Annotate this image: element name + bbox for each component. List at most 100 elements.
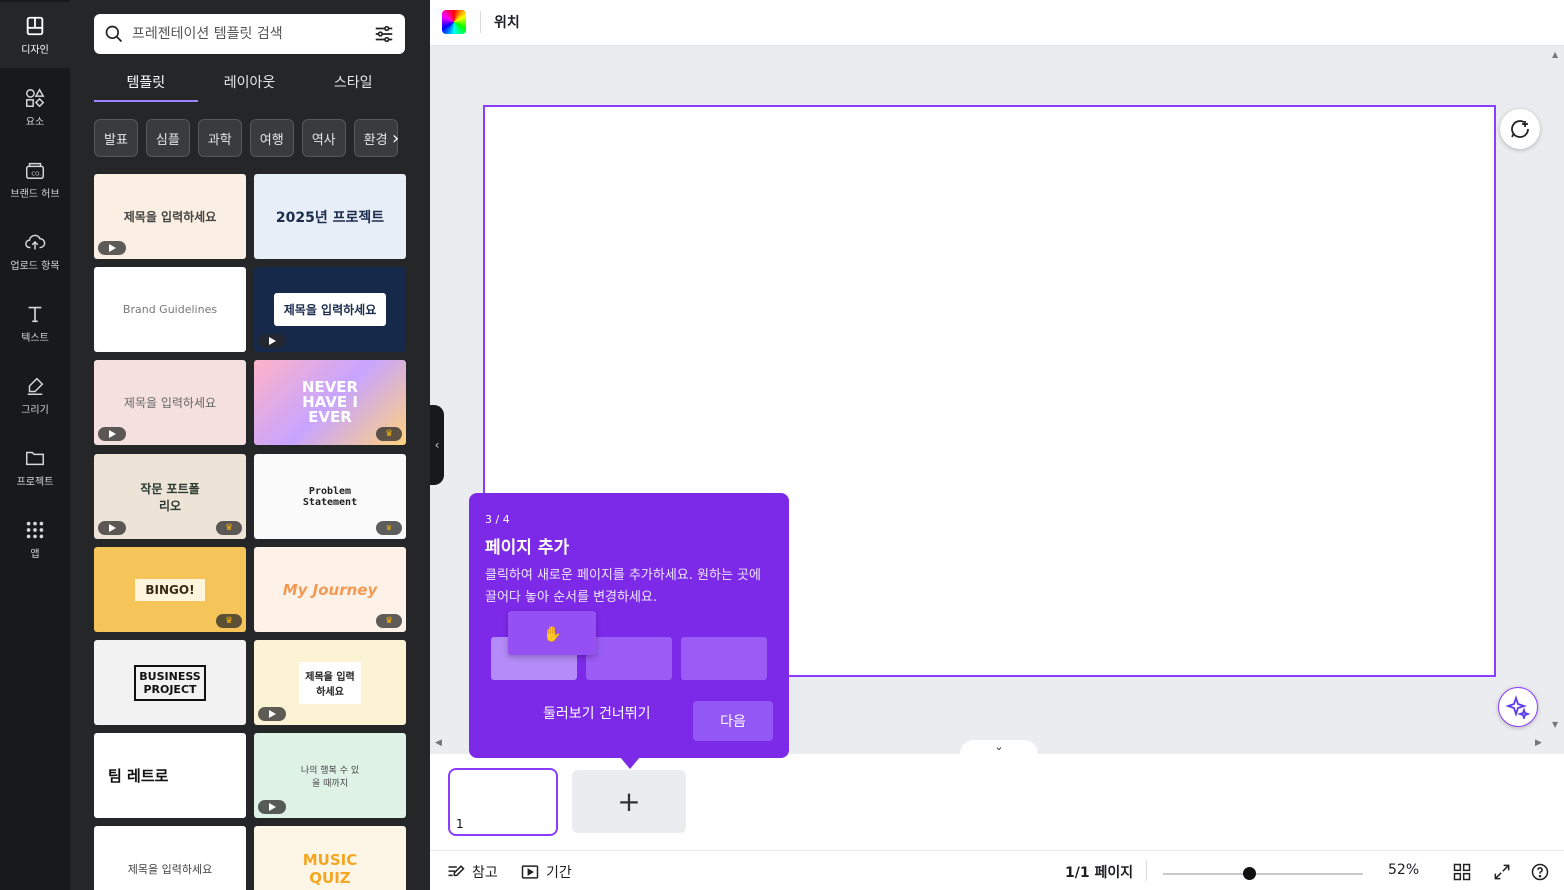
template-title: 2025년 프로젝트 — [275, 209, 385, 226]
chip-travel[interactable]: 여행 — [249, 119, 294, 157]
rail-label-projects: 프로젝트 — [16, 476, 54, 488]
template-thumbnail[interactable]: MUSIC QUIZ — [254, 826, 406, 890]
add-comment-button[interactable] — [1500, 109, 1540, 149]
template-thumbnail[interactable]: 제목을 입력하세요 — [94, 826, 246, 890]
shapes-icon — [26, 87, 45, 107]
rail-label-apps: 앱 — [30, 548, 40, 560]
play-icon — [98, 521, 126, 535]
skip-tour-button[interactable]: 둘러보기 건너뛰기 — [543, 703, 651, 723]
scroll-up-icon[interactable]: ▲ — [1552, 50, 1558, 59]
template-thumbnail[interactable]: 나의 행복 수 있을 때까지 — [254, 733, 406, 818]
illustration-dragged-page: ✋ — [508, 611, 596, 655]
comment-add-icon — [1511, 120, 1529, 138]
template-title: 제목을 입력하세요 — [123, 210, 217, 224]
add-page-button[interactable]: + — [572, 770, 686, 833]
crown-icon: ♛ — [376, 521, 402, 535]
color-picker-icon[interactable] — [442, 10, 466, 34]
rail-item-projects[interactable]: 프로젝트 — [0, 434, 70, 500]
template-panel: 템플릿 레이아웃 스타일 발표 심플 과학 여행 역사 환경 › 제목을 입력하… — [70, 0, 430, 890]
svg-text:CO.: CO. — [31, 171, 41, 177]
zoom-slider[interactable] — [1163, 867, 1363, 880]
page-count[interactable]: 1/1 페이지 — [1065, 862, 1133, 882]
collapse-panel-handle[interactable]: ‹ — [430, 405, 444, 485]
template-title: 작문 포트폴리오 — [140, 481, 200, 513]
template-search-input[interactable] — [132, 26, 373, 42]
fullscreen-icon[interactable] — [1492, 862, 1512, 882]
tooltip-step: 3 / 4 — [485, 513, 510, 526]
folder-icon — [26, 451, 44, 465]
zoom-slider-thumb[interactable] — [1243, 867, 1256, 880]
rail-item-uploads[interactable]: 업로드 항목 — [0, 218, 70, 284]
chip-simple[interactable]: 심플 — [145, 119, 190, 157]
position-button[interactable]: 위치 — [494, 12, 520, 32]
play-icon — [98, 427, 126, 441]
tab-templates[interactable]: 템플릿 — [94, 64, 198, 102]
rail-label-design: 디자인 — [21, 44, 49, 56]
text-icon — [28, 306, 42, 322]
rail-item-design[interactable]: 디자인 — [0, 2, 70, 68]
template-thumbnail[interactable]: 제목을 입력하세요 — [94, 360, 246, 445]
design-icon — [26, 16, 44, 35]
template-thumbnail[interactable]: NEVER HAVE I EVER ♛ — [254, 360, 406, 445]
apps-grid-icon — [26, 521, 44, 538]
notes-button[interactable]: 참고 — [446, 862, 498, 882]
template-thumbnail[interactable]: BINGO! ♛ — [94, 547, 246, 632]
template-thumbnail[interactable]: 2025년 프로젝트 — [254, 174, 406, 259]
template-title: My Journey — [282, 580, 378, 599]
play-icon — [258, 334, 286, 348]
template-thumbnail[interactable]: 팀 레트로 — [94, 733, 246, 818]
filter-sliders-icon[interactable] — [373, 23, 395, 45]
template-thumbnail[interactable]: Problem Statement ♛ — [254, 454, 406, 539]
draw-pen-icon — [27, 377, 44, 395]
vertical-scrollbar[interactable]: ▲ ▼ — [1549, 46, 1564, 736]
search-icon — [105, 25, 123, 43]
magic-assistant-button[interactable] — [1498, 687, 1538, 727]
chip-science[interactable]: 과학 — [197, 119, 242, 157]
template-thumbnail[interactable]: 제목을 입력하세요 — [94, 174, 246, 259]
tab-layouts[interactable]: 레이아웃 — [198, 64, 302, 102]
template-title: 제목을 입력하세요 — [127, 862, 213, 876]
rail-label-elements: 요소 — [25, 116, 45, 128]
template-title: 제목을 입력하세요 — [123, 396, 217, 410]
rail-item-brand-hub[interactable]: CO. 브랜드 허브 — [0, 146, 70, 212]
bottom-bar: 참고 기간 1/1 페이지 52% — [430, 850, 1564, 890]
hand-cursor-icon: ✋ — [543, 625, 562, 643]
rail-label-draw: 그리기 — [21, 404, 49, 416]
grid-view-icon[interactable] — [1452, 862, 1472, 882]
template-thumbnail[interactable]: 제목을 입력하세요 — [254, 267, 406, 352]
template-thumbnail[interactable]: 제목을 입력하세요 — [254, 640, 406, 725]
category-chips: 발표 심플 과학 여행 역사 환경 — [94, 119, 398, 157]
chip-presentation[interactable]: 발표 — [94, 119, 138, 157]
template-thumbnail[interactable]: My Journey ♛ — [254, 547, 406, 632]
upload-cloud-icon — [25, 234, 46, 249]
rail-item-text[interactable]: 텍스트 — [0, 290, 70, 356]
scroll-down-icon[interactable]: ▼ — [1552, 720, 1558, 729]
left-rail: 디자인 요소 CO. 브랜드 허브 업로드 항목 텍스트 그리기 프로젝트 앱 — [0, 0, 70, 890]
template-thumbnail[interactable]: BUSINESS PROJECT — [94, 640, 246, 725]
rail-item-draw[interactable]: 그리기 — [0, 362, 70, 428]
page-thumbnail[interactable]: 1 — [448, 768, 558, 836]
chip-environment[interactable]: 환경 — [353, 119, 398, 157]
editor-toolbar: 위치 — [430, 0, 1564, 46]
rail-item-elements[interactable]: 요소 — [0, 74, 70, 140]
next-button[interactable]: 다음 — [693, 701, 773, 741]
page-strip: 1 + — [430, 754, 1564, 850]
chip-history[interactable]: 역사 — [301, 119, 346, 157]
illustration-page — [586, 637, 672, 680]
rail-item-apps[interactable]: 앱 — [0, 506, 70, 572]
chevron-down-icon[interactable]: ⌄ — [960, 740, 1038, 754]
zoom-percentage[interactable]: 52% — [1388, 862, 1419, 878]
template-title: BINGO! — [135, 578, 205, 601]
duration-label: 기간 — [546, 865, 572, 881]
brand-hub-icon: CO. — [26, 162, 44, 179]
template-title: Problem Statement — [302, 485, 358, 508]
scroll-right-icon[interactable]: ▶ — [1535, 738, 1542, 748]
tab-styles[interactable]: 스타일 — [301, 64, 405, 102]
template-thumbnail[interactable]: 작문 포트폴리오 ♛ — [94, 454, 246, 539]
template-thumbnail[interactable]: Brand Guidelines — [94, 267, 246, 352]
tooltip-title: 페이지 추가 — [485, 538, 570, 558]
duration-button[interactable]: 기간 — [520, 862, 572, 882]
scroll-left-icon[interactable]: ◀ — [435, 738, 442, 748]
chevron-right-icon[interactable]: › — [392, 128, 399, 149]
help-icon[interactable] — [1530, 862, 1550, 882]
